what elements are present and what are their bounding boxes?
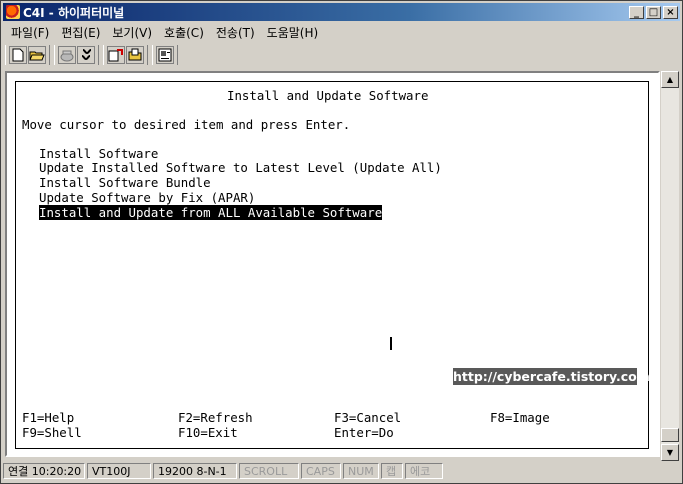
- option-install-update-all-selected[interactable]: Install and Update from ALL Available So…: [39, 205, 383, 220]
- watermark-url: http://cybercafe.tistory.com: [453, 368, 650, 385]
- toolbar: [5, 43, 182, 67]
- instruction-text: Move cursor to desired item and press En…: [22, 117, 351, 132]
- close-button[interactable]: ×: [663, 5, 678, 19]
- new-icon[interactable]: [9, 46, 27, 64]
- title-bar[interactable]: C4I - 하이퍼터미널 _ □ ×: [3, 3, 680, 21]
- text-cursor: [390, 337, 392, 350]
- status-emulation: VT100J: [87, 463, 151, 479]
- scroll-up-icon[interactable]: ▲: [661, 71, 679, 88]
- menu-edit[interactable]: 편집(E): [55, 23, 106, 41]
- minimize-button[interactable]: _: [629, 5, 644, 19]
- status-scroll: SCROLL: [239, 463, 299, 479]
- option-update-all[interactable]: Update Installed Software to Latest Leve…: [39, 160, 442, 175]
- disconnect-icon[interactable]: [77, 46, 95, 64]
- status-caps: CAPS: [301, 463, 341, 479]
- hyperterminal-window: C4I - 하이퍼터미널 _ □ × 파일(F) 편집(E) 보기(V) 호출(…: [0, 0, 683, 484]
- option-install-bundle[interactable]: Install Software Bundle: [39, 175, 211, 190]
- hyperterminal-icon[interactable]: [6, 5, 20, 19]
- status-echo: 에코: [405, 463, 443, 479]
- receive-icon[interactable]: [126, 46, 144, 64]
- phone-icon[interactable]: [58, 46, 76, 64]
- screen-header: Install and Update Software: [227, 88, 429, 103]
- option-install-software[interactable]: Install Software: [39, 146, 158, 161]
- fkey-f10-exit: F10=Exit: [178, 425, 238, 440]
- menu-file[interactable]: 파일(F): [5, 23, 55, 41]
- properties-icon[interactable]: [156, 46, 174, 64]
- send-icon[interactable]: [107, 46, 125, 64]
- fkey-f8-image: F8=Image: [490, 410, 550, 425]
- menu-view[interactable]: 보기(V): [106, 23, 158, 41]
- fkey-f2-refresh: F2=Refresh: [178, 410, 253, 425]
- fkey-f3-cancel: F3=Cancel: [334, 410, 402, 425]
- vertical-scrollbar[interactable]: ▲ ▼: [661, 71, 679, 461]
- menu-help[interactable]: 도움말(H): [261, 23, 325, 41]
- menu-call[interactable]: 호출(C): [158, 23, 210, 41]
- status-capture: 캡: [381, 463, 403, 479]
- fkey-f1-help: F1=Help: [22, 410, 75, 425]
- status-num: NUM: [343, 463, 379, 479]
- status-connected-time: 연결 10:20:20: [3, 463, 85, 479]
- maximize-button[interactable]: □: [646, 5, 661, 19]
- status-bar: 연결 10:20:20 VT100J 19200 8-N-1 SCROLL CA…: [3, 461, 680, 481]
- fkey-f9-shell: F9=Shell: [22, 425, 82, 440]
- scroll-thumb[interactable]: [661, 428, 679, 442]
- option-update-by-fix[interactable]: Update Software by Fix (APAR): [39, 190, 255, 205]
- scroll-down-icon[interactable]: ▼: [661, 444, 679, 461]
- menu-transfer[interactable]: 전송(T): [210, 23, 261, 41]
- window-title: C4I - 하이퍼터미널: [23, 5, 125, 20]
- menu-bar: 파일(F) 편집(E) 보기(V) 호출(C) 전송(T) 도움말(H): [5, 23, 324, 41]
- status-port-settings: 19200 8-N-1: [153, 463, 237, 479]
- open-icon[interactable]: [28, 46, 46, 64]
- terminal-screen[interactable]: Install and Update Software Move cursor …: [15, 81, 650, 449]
- fkey-enter-do: Enter=Do: [334, 425, 394, 440]
